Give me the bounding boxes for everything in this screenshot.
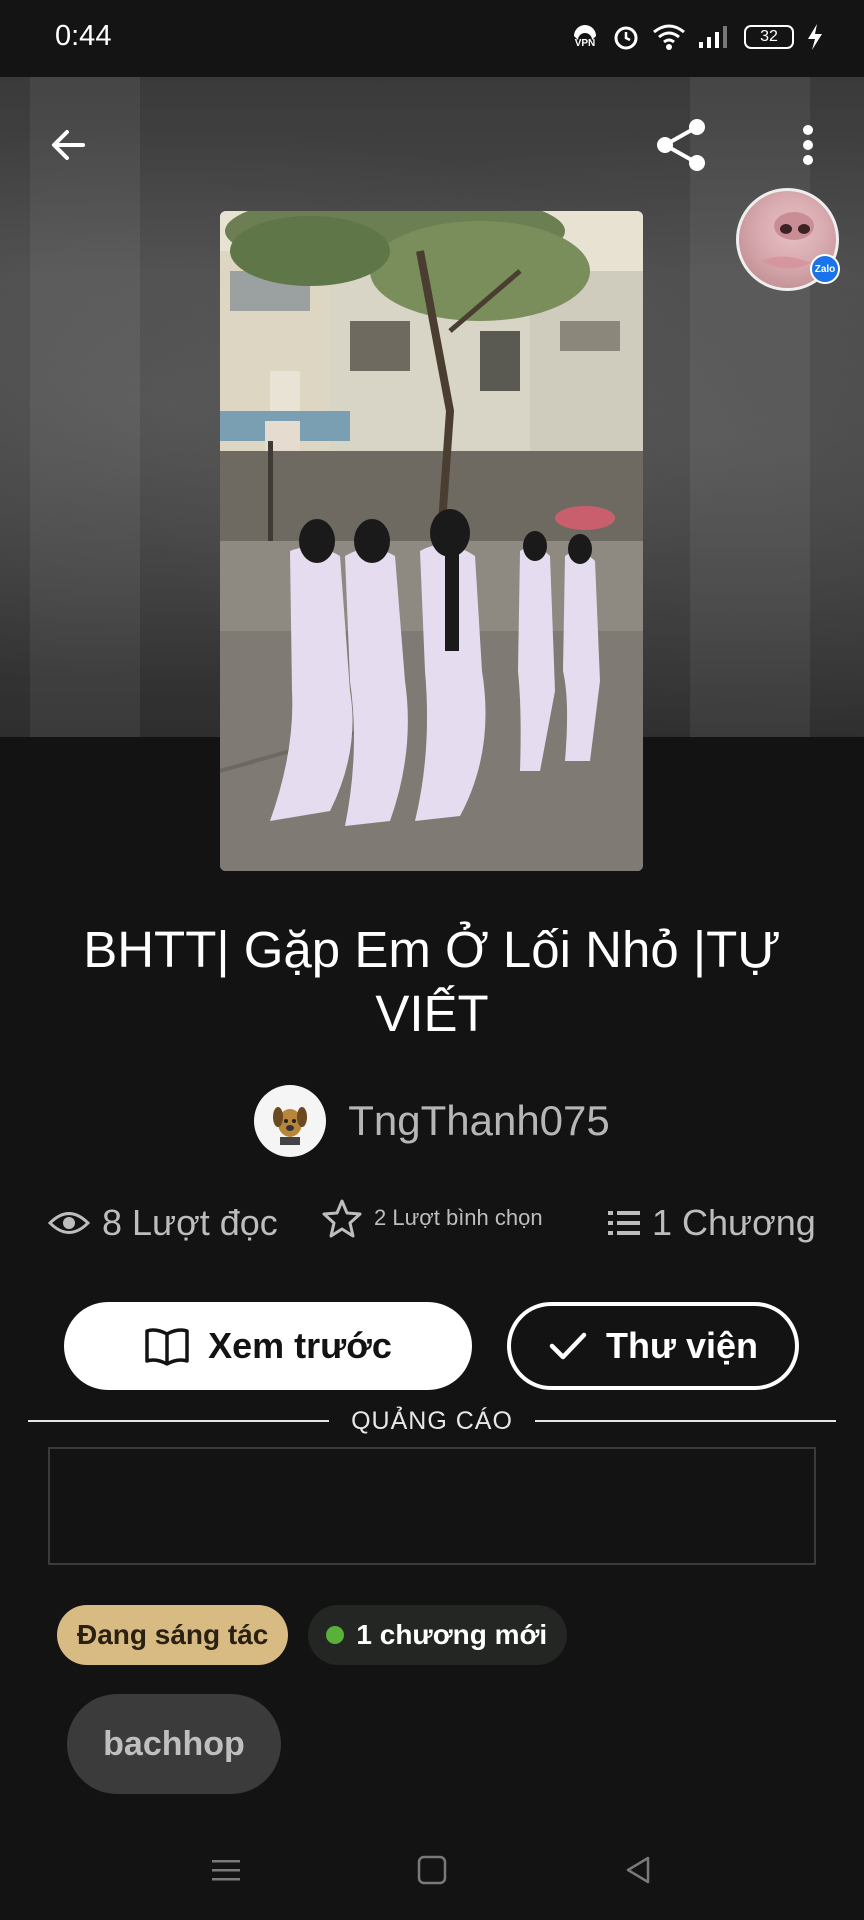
divider-line xyxy=(534,1420,837,1422)
share-button[interactable] xyxy=(650,113,714,177)
chapters-count: 1 Chương xyxy=(652,1202,816,1243)
ad-divider: QUẢNG CÁO xyxy=(28,1406,837,1436)
new-chapter-label: 1 chương mới xyxy=(356,1619,548,1650)
reads-count: 8 Lượt đọc xyxy=(102,1202,278,1243)
new-chapter-badge: 1 chương mới xyxy=(308,1605,568,1665)
list-icon xyxy=(608,1211,640,1235)
preview-button[interactable]: Xem trước xyxy=(64,1302,472,1390)
ad-label: QUẢNG CÁO xyxy=(351,1406,513,1435)
divider-line xyxy=(28,1420,330,1422)
wifi-icon xyxy=(652,23,686,51)
signal-icon xyxy=(698,24,732,50)
author-name[interactable]: TngThanh075 xyxy=(348,1097,610,1145)
tag-chip[interactable]: bachhop xyxy=(67,1694,281,1794)
story-title: BHTT| Gặp Em Ở Lối Nhỏ |TỰ VIẾT xyxy=(83,921,781,1042)
square-icon xyxy=(417,1855,447,1885)
recents-button[interactable] xyxy=(210,1854,242,1891)
book-cover[interactable] xyxy=(220,211,643,871)
star-icon xyxy=(322,1199,362,1238)
reads-stat: 8 Lượt đọc xyxy=(48,1202,278,1244)
cover-image xyxy=(220,211,643,871)
more-vertical-icon xyxy=(803,125,813,165)
author-avatar[interactable] xyxy=(254,1085,327,1157)
library-label: Thư viện xyxy=(605,1325,759,1366)
alarm-icon xyxy=(612,23,640,51)
zalo-badge: Zalo xyxy=(810,254,840,284)
book-open-icon xyxy=(145,1328,189,1366)
backdrop-shape xyxy=(30,77,140,737)
library-button[interactable]: Thư viện xyxy=(507,1302,799,1390)
share-icon xyxy=(657,119,705,171)
triangle-back-icon xyxy=(626,1856,650,1884)
charging-icon xyxy=(806,23,824,51)
check-icon xyxy=(549,1332,587,1360)
chapters-stat: 1 Chương xyxy=(608,1202,816,1244)
ad-slot[interactable] xyxy=(48,1447,816,1565)
vpn-icon: VPN xyxy=(570,22,600,52)
dog-avatar-icon xyxy=(273,1107,308,1145)
battery-icon: 32 xyxy=(744,25,794,49)
ongoing-status-badge: Đang sáng tác xyxy=(57,1605,289,1665)
author-row[interactable]: TngThanh075 xyxy=(0,1085,864,1157)
back-button[interactable] xyxy=(40,117,96,173)
story-stats: 8 Lượt đọc 2 Lượt bình chọn 1 Chương xyxy=(0,1198,864,1258)
status-tags: Đang sáng tác 1 chương mới xyxy=(57,1605,568,1665)
home-button[interactable] xyxy=(416,1854,448,1891)
menu-icon xyxy=(212,1860,240,1881)
arrow-left-icon xyxy=(52,130,85,160)
green-dot-icon xyxy=(326,1626,345,1644)
eye-icon xyxy=(48,1212,90,1234)
votes-stat: 2 Lượt bình chọn xyxy=(322,1198,543,1238)
status-icons: VPN 32 xyxy=(570,22,824,52)
floating-chat-bubble[interactable]: Zalo xyxy=(736,188,840,291)
more-options-button[interactable] xyxy=(790,117,826,173)
status-bar: 0:44 VPN 32 xyxy=(0,0,864,77)
preview-label: Xem trước xyxy=(208,1325,392,1366)
system-navigation-bar xyxy=(0,1824,864,1920)
back-nav-button[interactable] xyxy=(622,1854,654,1891)
votes-count: 2 Lượt bình chọn xyxy=(374,1205,543,1230)
status-time: 0:44 xyxy=(55,20,112,52)
